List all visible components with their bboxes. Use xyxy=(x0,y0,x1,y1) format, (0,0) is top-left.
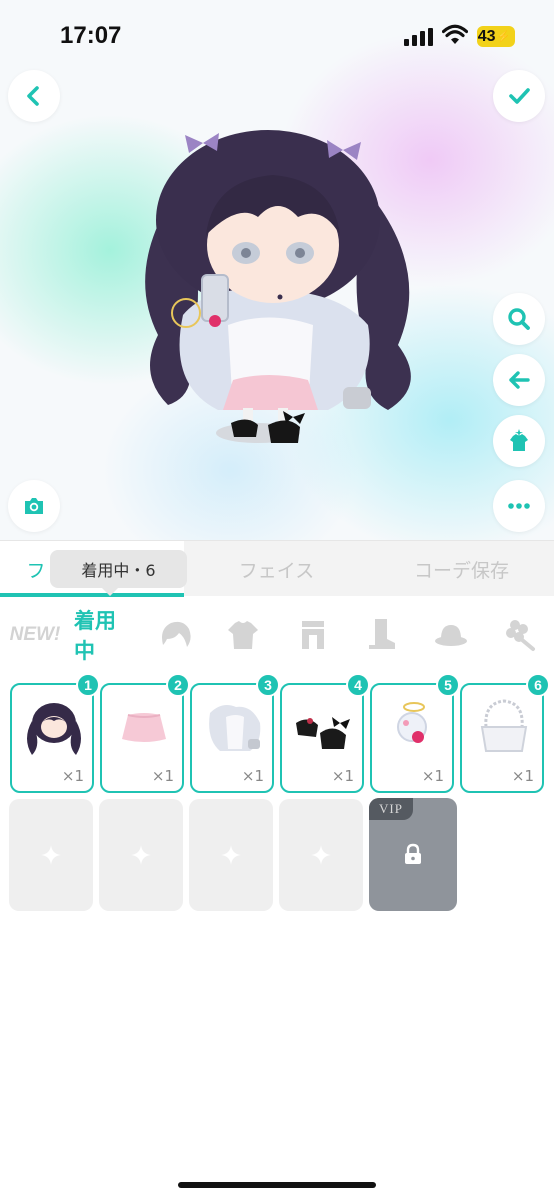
search-icon xyxy=(508,308,530,330)
category-shoes[interactable] xyxy=(358,610,404,660)
item-number-badge: 2 xyxy=(166,673,190,697)
item-quantity: ×1 xyxy=(331,767,354,785)
more-button[interactable] xyxy=(493,480,545,532)
tab-saved-outfits[interactable]: コーデ保存 xyxy=(369,541,554,597)
screenshot-button[interactable] xyxy=(8,480,60,532)
battery-level: 43 xyxy=(477,27,496,45)
battery-indicator: 43 ⚡ xyxy=(477,26,515,47)
undo-button[interactable] xyxy=(493,354,545,406)
sparkle-icon xyxy=(311,845,331,865)
tab-face[interactable]: フェイス xyxy=(184,541,369,597)
category-tops[interactable] xyxy=(220,610,266,660)
skirt-icon xyxy=(302,621,324,649)
flower-icon xyxy=(506,620,535,651)
camera-icon xyxy=(25,498,43,514)
category-hair[interactable] xyxy=(152,610,198,660)
hair-icon xyxy=(162,621,191,647)
pink-skirt-icon xyxy=(122,713,166,742)
item-quantity: ×1 xyxy=(511,767,534,785)
phone-accessory-icon xyxy=(397,702,427,743)
vip-locked-slot[interactable]: VIP xyxy=(369,798,457,911)
category-new[interactable]: NEW! xyxy=(6,610,64,660)
avatar-preview xyxy=(0,0,554,540)
sparkle-icon xyxy=(131,845,151,865)
empty-slot[interactable] xyxy=(99,799,183,911)
boots-icon xyxy=(369,619,395,649)
item-number-badge: 6 xyxy=(526,673,550,697)
hat-icon xyxy=(435,625,467,646)
worn-item-outfit[interactable]: 3 ×1 xyxy=(190,673,280,793)
empty-slot[interactable] xyxy=(189,799,273,911)
empty-slot[interactable] xyxy=(9,799,93,911)
hoodie-outfit-icon xyxy=(209,705,261,751)
zoom-button[interactable] xyxy=(493,293,545,345)
twin-tail-hair-icon xyxy=(27,703,81,755)
tshirt-sparkle-icon xyxy=(510,429,528,451)
checkmark-icon xyxy=(509,88,530,104)
category-hats[interactable] xyxy=(428,610,474,660)
empty-slot[interactable] xyxy=(279,799,363,911)
black-heels-icon xyxy=(296,717,350,749)
more-dots-icon xyxy=(508,503,530,509)
vip-label: VIP xyxy=(369,798,413,820)
pearl-bag-icon xyxy=(480,699,528,752)
item-quantity: ×1 xyxy=(61,767,84,785)
tshirt-icon xyxy=(228,621,258,649)
clock: 17:07 xyxy=(60,22,122,49)
item-number-badge: 1 xyxy=(76,673,100,697)
category-bottoms[interactable] xyxy=(290,610,336,660)
tab-fashion-label: フ xyxy=(26,559,46,582)
arrow-left-icon xyxy=(509,371,530,389)
worn-item-skirt[interactable]: 2 ×1 xyxy=(100,673,190,793)
active-tab-indicator xyxy=(0,593,184,597)
signal-icon xyxy=(404,28,433,46)
item-number-badge: 3 xyxy=(256,673,280,697)
lock-icon xyxy=(405,843,421,864)
item-number-badge: 5 xyxy=(436,673,460,697)
chevron-left-icon xyxy=(27,86,39,106)
sparkle-icon xyxy=(41,845,61,865)
outfit-button[interactable] xyxy=(493,415,545,467)
item-number-badge: 4 xyxy=(346,673,370,697)
home-indicator[interactable] xyxy=(178,1182,376,1188)
category-wearing[interactable]: 着用中 xyxy=(74,609,136,663)
worn-item-bag[interactable]: 6 ×1 xyxy=(460,673,550,793)
worn-item-hair[interactable]: 1 ×1 xyxy=(10,673,100,793)
category-bar: NEW! 着用中 xyxy=(0,602,554,668)
item-quantity: ×1 xyxy=(421,767,444,785)
back-button[interactable] xyxy=(8,70,60,122)
wearing-count-tooltip: 着用中・6 xyxy=(50,550,187,596)
status-bar: 17:07 43 ⚡ xyxy=(0,0,554,70)
avatar-character xyxy=(145,130,411,443)
sparkle-icon xyxy=(221,845,241,865)
worn-item-shoes[interactable]: 4 ×1 xyxy=(280,673,370,793)
category-accessories[interactable] xyxy=(498,610,544,660)
confirm-button[interactable] xyxy=(493,70,545,122)
wifi-icon xyxy=(442,24,468,44)
charging-icon: ⚡ xyxy=(496,31,511,43)
item-quantity: ×1 xyxy=(151,767,174,785)
worn-item-accessory[interactable]: 5 ×1 xyxy=(370,673,460,793)
item-quantity: ×1 xyxy=(241,767,264,785)
